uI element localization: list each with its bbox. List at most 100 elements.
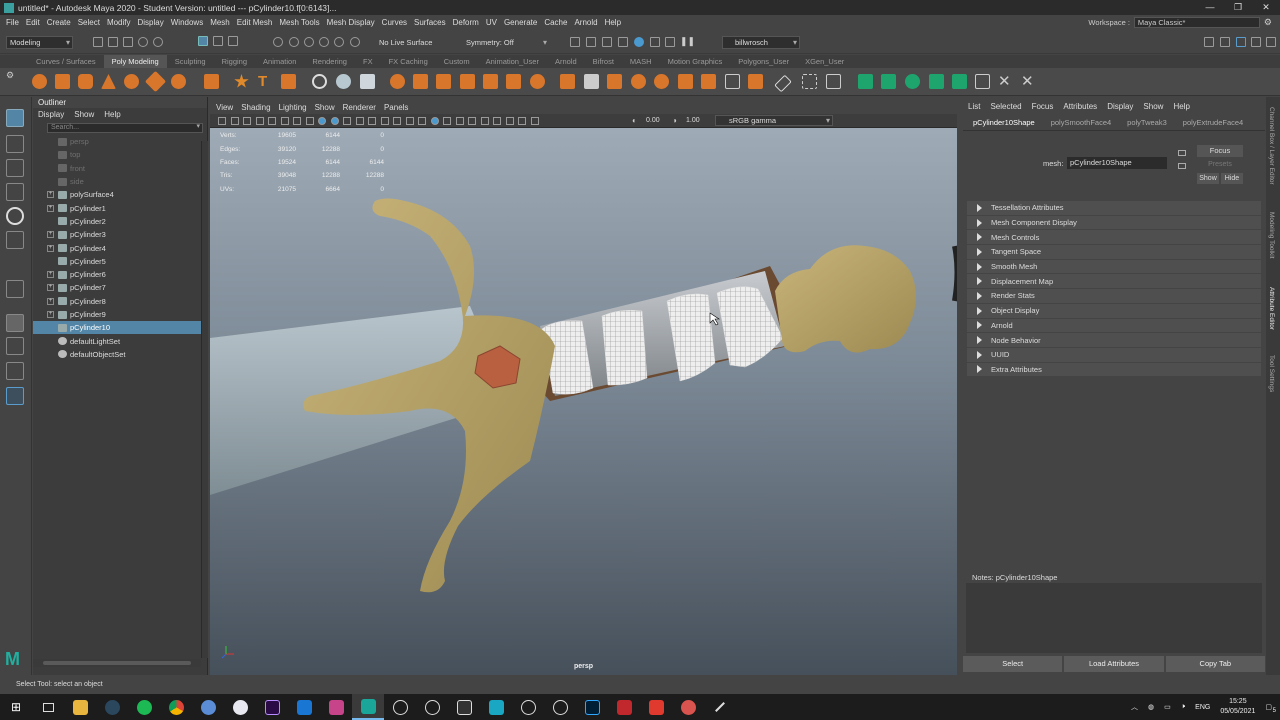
- sidebar-toggle-2-icon[interactable]: [1220, 37, 1230, 47]
- platonic-solid-icon[interactable]: [204, 74, 219, 89]
- svg-tool-icon[interactable]: [281, 74, 296, 89]
- file-explorer-icon[interactable]: [64, 694, 96, 720]
- reduce-icon[interactable]: [413, 74, 428, 89]
- outliner-menu-show[interactable]: Show: [74, 110, 94, 119]
- outliner-search-input[interactable]: Search... ▾: [47, 123, 203, 133]
- outliner-item-pcylinder10[interactable]: pCylinder10: [33, 321, 207, 335]
- shelf-tab-arnold[interactable]: Arnold: [547, 55, 585, 68]
- menu-cache[interactable]: Cache: [544, 18, 573, 27]
- load-attributes-button[interactable]: Load Attributes: [1064, 656, 1164, 672]
- outliner-item-pcylinder5[interactable]: pCylinder5: [33, 255, 207, 268]
- ae-tab-polysmoothface4[interactable]: polySmoothFace4: [1051, 118, 1111, 127]
- connect-icon[interactable]: [748, 74, 763, 89]
- notes-area[interactable]: Notes: pCylinder10Shape: [966, 573, 1262, 653]
- notifications-icon[interactable]: ▢ 5: [1265, 703, 1276, 714]
- language-indicator[interactable]: ENG: [1195, 704, 1210, 711]
- outliner-horizontal-scrollbar[interactable]: [33, 659, 201, 667]
- poly-disc-icon[interactable]: [171, 74, 186, 89]
- battery-icon[interactable]: ▭: [1164, 703, 1171, 711]
- extrude-icon[interactable]: [560, 74, 575, 89]
- app-cyan-icon[interactable]: [480, 694, 512, 720]
- target-weld-icon[interactable]: [725, 74, 740, 89]
- workspace-settings-icon[interactable]: ⚙: [1264, 17, 1272, 28]
- ae-section-mesh-component-display[interactable]: Mesh Component Display: [967, 215, 1261, 231]
- spotify-icon[interactable]: [128, 694, 160, 720]
- last-tool-icon[interactable]: [6, 280, 24, 298]
- outliner-item-pcylinder9[interactable]: + pCylinder9: [33, 308, 207, 321]
- boolean-icon[interactable]: [390, 74, 405, 89]
- bridge-icon[interactable]: [483, 74, 498, 89]
- maya-taskbar-icon[interactable]: [352, 694, 384, 720]
- menu-edit[interactable]: Edit: [26, 18, 46, 27]
- live-surface-label[interactable]: No Live Surface: [379, 38, 432, 47]
- cut-uv-icon[interactable]: ✕: [998, 74, 1013, 89]
- volume-icon[interactable]: 🕨: [1181, 703, 1185, 711]
- menu-create[interactable]: Create: [47, 18, 77, 27]
- shelf-tab-rendering[interactable]: Rendering: [304, 55, 355, 68]
- sew-uv-icon[interactable]: ✕: [1021, 74, 1036, 89]
- single-perspective-view-icon[interactable]: [6, 314, 24, 332]
- menu-mesh-display[interactable]: Mesh Display: [327, 18, 381, 27]
- shelf-tab-sculpting[interactable]: Sculpting: [167, 55, 214, 68]
- menu-display[interactable]: Display: [138, 18, 170, 27]
- workspace-dropdown[interactable]: Maya Classic*: [1133, 16, 1260, 28]
- start-button[interactable]: ⊞: [0, 694, 32, 720]
- app-blue-square-icon[interactable]: [288, 694, 320, 720]
- append-polygon-icon[interactable]: [506, 74, 521, 89]
- outliner-item-pcylinder4[interactable]: + pCylinder4: [33, 241, 207, 254]
- task-view-icon[interactable]: [32, 694, 64, 720]
- menu-help[interactable]: Help: [605, 18, 627, 27]
- menu-curves[interactable]: Curves: [382, 18, 413, 27]
- snap-grid-icon[interactable]: [273, 37, 283, 47]
- outliner-item-side[interactable]: side: [33, 175, 207, 188]
- outliner-item-polysurface4[interactable]: + polySurface4: [33, 188, 207, 201]
- outliner-vertical-scrollbar[interactable]: [201, 141, 208, 658]
- ae-section-uuid[interactable]: UUID: [967, 347, 1261, 363]
- outliner-layout-icon[interactable]: [6, 387, 24, 405]
- outliner-menu-help[interactable]: Help: [104, 110, 120, 119]
- separate-icon[interactable]: [336, 74, 351, 89]
- side-tab-modeling-toolkit[interactable]: Modeling Toolkit: [1268, 212, 1275, 259]
- poke-icon[interactable]: [607, 74, 622, 89]
- save-scene-icon[interactable]: [123, 37, 133, 47]
- ae-tab-polytweak3[interactable]: polyTweak3: [1127, 118, 1167, 127]
- close-button[interactable]: ✕: [1252, 2, 1280, 13]
- attribute-editor-toggle-icon[interactable]: [1236, 37, 1246, 47]
- minimize-button[interactable]: —: [1196, 2, 1224, 13]
- expand-toggle-icon[interactable]: +: [47, 231, 54, 239]
- outliner-item-pcylinder2[interactable]: pCylinder2: [33, 215, 207, 228]
- ae-menu-focus[interactable]: Focus: [1032, 102, 1054, 111]
- render-view-icon[interactable]: [650, 37, 660, 47]
- hide-button[interactable]: Hide: [1221, 173, 1243, 184]
- slide-edge-icon[interactable]: [774, 74, 792, 93]
- network-icon[interactable]: ◍: [1148, 703, 1154, 711]
- select-by-component-icon[interactable]: [228, 36, 238, 46]
- ae-tab-polyextrudeface4[interactable]: polyExtrudeFace4: [1183, 118, 1243, 127]
- snap-surface-icon[interactable]: [350, 37, 360, 47]
- offset-edge-loop-icon[interactable]: [826, 74, 841, 89]
- clock[interactable]: 15:25 05/05/2021: [1220, 697, 1255, 717]
- unreal-engine-icon[interactable]: [512, 694, 544, 720]
- shelf-menu-icon[interactable]: ⚙: [6, 70, 14, 81]
- expand-toggle-icon[interactable]: +: [47, 311, 54, 318]
- premiere-icon[interactable]: [256, 694, 288, 720]
- persp-outliner-layout-icon[interactable]: [6, 362, 24, 380]
- channel-box-toggle-icon[interactable]: [1266, 37, 1276, 47]
- fill-hole-icon[interactable]: [460, 74, 475, 89]
- expand-toggle-icon[interactable]: +: [47, 204, 54, 212]
- app-blue-circle-icon[interactable]: [192, 694, 224, 720]
- super-shape-icon[interactable]: [234, 74, 249, 88]
- outliner-item-defaultlightset[interactable]: defaultLightSet: [33, 334, 207, 347]
- app-pen-icon[interactable]: [704, 694, 736, 720]
- expand-toggle-icon[interactable]: +: [47, 271, 54, 279]
- app-red-bolt-icon[interactable]: [640, 694, 672, 720]
- shelf-tab-poly-modeling[interactable]: Poly Modeling: [103, 55, 167, 68]
- outliner-item-pcylinder3[interactable]: + pCylinder3: [33, 228, 207, 241]
- mirror-icon[interactable]: [436, 74, 451, 89]
- maximize-button[interactable]: ❐: [1224, 2, 1252, 13]
- select-by-object-icon[interactable]: [213, 36, 223, 46]
- ae-section-render-stats[interactable]: Render Stats: [967, 289, 1261, 304]
- ae-section-tessellation-attributes[interactable]: Tessellation Attributes: [967, 201, 1261, 216]
- select-tool-icon[interactable]: [6, 109, 24, 127]
- shelf-tab-animation[interactable]: Animation: [255, 55, 304, 68]
